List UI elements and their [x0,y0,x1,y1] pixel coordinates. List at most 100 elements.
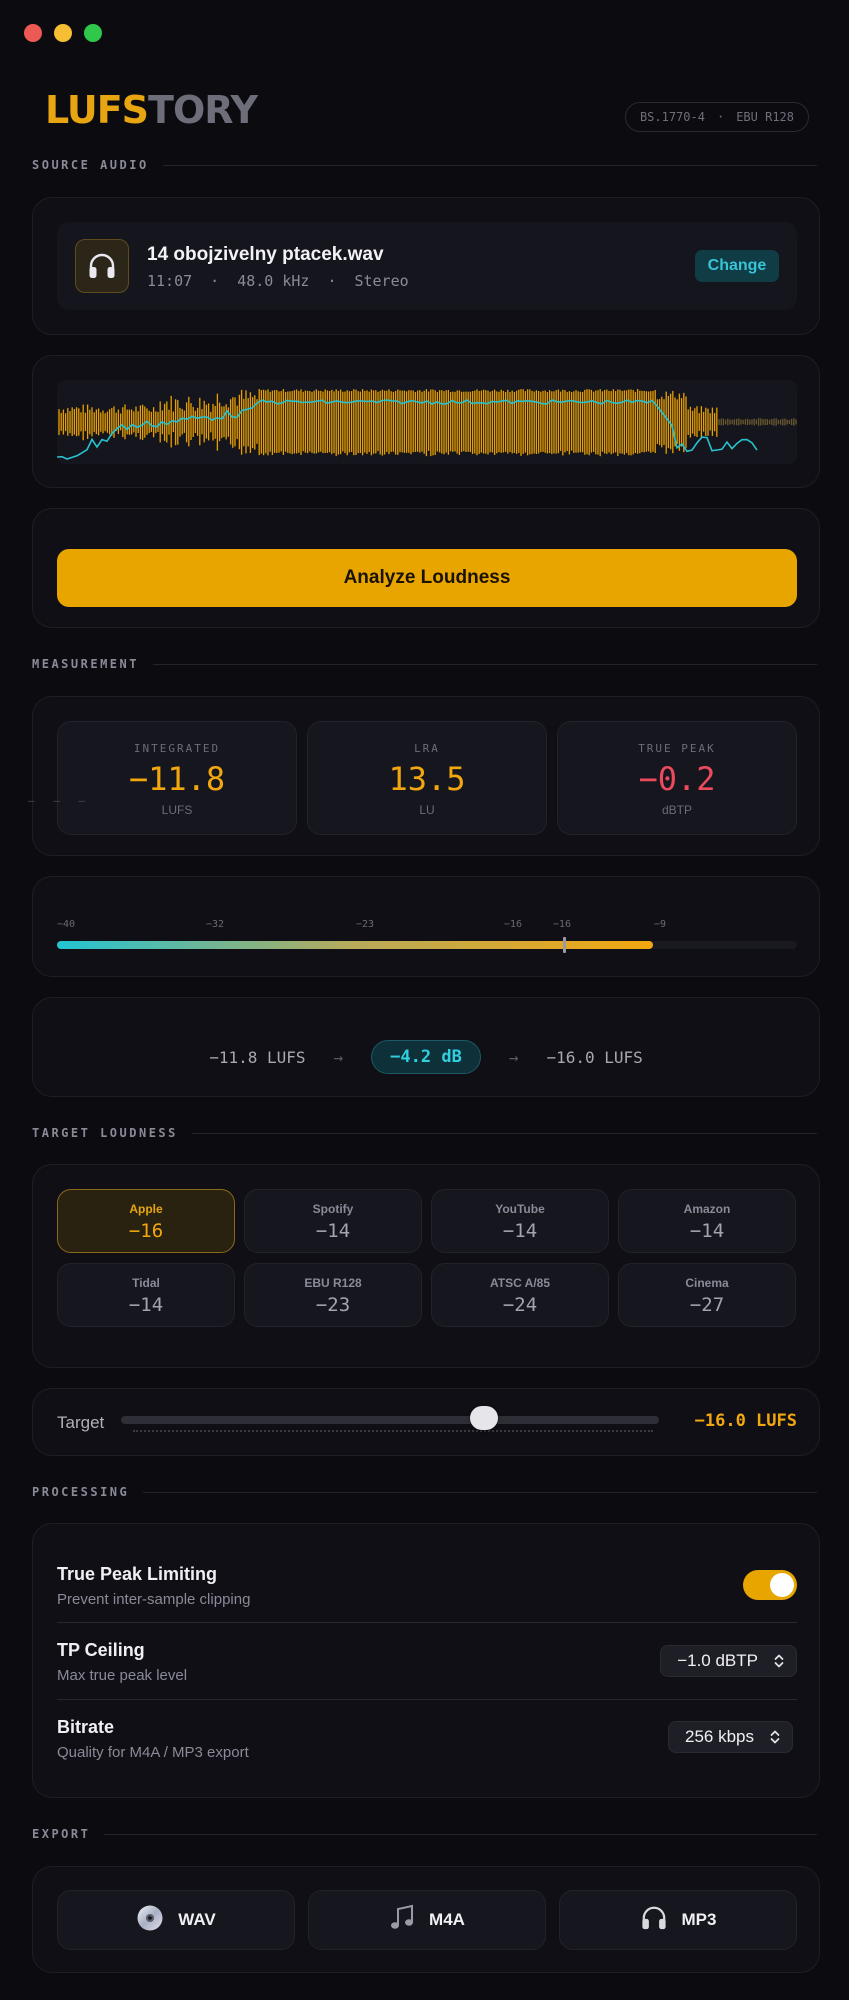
preset-name: Tidal [132,1276,160,1290]
preset-youtube[interactable]: YouTube −14 [431,1189,609,1253]
export-m4a-button[interactable]: M4A [308,1890,546,1950]
close-window-button[interactable] [24,24,42,42]
section-source-audio: SOURCE AUDIO [32,157,817,173]
logo-part-lufs: LUFS [45,88,149,132]
section-title: SOURCE AUDIO [32,158,149,172]
section-divider [152,663,817,665]
preset-value: −14 [128,1294,164,1316]
change-file-button[interactable]: Change [695,250,779,282]
meter-tick: −9 [654,919,667,930]
file-name: 14 obojzivelny ptacek.wav [147,244,384,265]
measured-loudness: −11.8 LUFS [209,1047,306,1067]
preset-cinema[interactable]: Cinema −27 [618,1263,796,1327]
meter-tick: −32 [206,919,225,930]
export-wav-button[interactable]: WAV [57,1890,295,1950]
section-divider [104,1833,817,1835]
bitrate-select[interactable]: 256 kbps [668,1721,793,1753]
presets-card: Apple −16 Spotify −14 YouTube −14 Amazon… [32,1164,820,1368]
file-duration: 11:07 [147,272,193,290]
export-label: MP3 [681,1910,717,1929]
metric-unit: LUFS [161,803,193,817]
meter-tick: −16 [553,919,572,930]
export-mp3-button[interactable]: MP3 [559,1890,797,1950]
standard-separator: · [716,110,725,124]
section-measurement: MEASUREMENT [32,656,817,672]
select-value: −1.0 dBTP [677,1651,758,1670]
preset-amazon[interactable]: Amazon −14 [618,1189,796,1253]
setting-true-peak-limiting: True Peak Limiting Prevent inter-sample … [57,1564,797,1608]
waveform-graph [57,389,797,460]
chevron-up-down-icon [770,1729,780,1745]
preset-name: EBU R128 [304,1276,362,1290]
preset-name: YouTube [495,1202,545,1216]
target-label: Target [57,1413,105,1432]
preset-value: −14 [315,1220,351,1242]
preset-name: ATSC A/85 [489,1276,550,1290]
preset-name: Apple [129,1202,163,1216]
disc-icon [136,1904,164,1937]
metric-unit: LU [419,803,435,817]
metric-true-peak: TRUE PEAK −0.2 dBTP [557,721,797,835]
metric-unit: dBTP [661,803,692,817]
preset-value: −14 [689,1220,725,1242]
section-title: EXPORT [32,1827,91,1841]
headphones-icon [75,239,129,293]
analyze-loudness-button[interactable]: Analyze Loudness [57,549,797,607]
metric-lra: LRA 13.5 LU [307,721,547,835]
setting-title: True Peak Limiting [57,1564,218,1584]
minimize-window-button[interactable] [54,24,72,42]
true-peak-limiting-toggle[interactable] [743,1570,797,1600]
chevron-up-down-icon [774,1653,784,1669]
row-divider [57,1622,797,1623]
meta-separator: · [210,272,220,290]
gain-summary: −11.8 LUFS → −4.2 dB → −16.0 LUFS [33,1040,819,1074]
section-title: PROCESSING [32,1485,130,1499]
file-meta: 11:07 · 48.0 kHz · Stereo [147,272,409,290]
preset-value: −27 [689,1294,725,1316]
preset-name: Amazon [683,1202,731,1216]
headphones-icon [640,1905,668,1936]
setting-subtitle: Prevent inter-sample clipping [57,1591,251,1608]
preset-value: −14 [502,1220,538,1242]
waveform[interactable] [57,380,797,464]
metric-integrated: INTEGRATED −11.8 LUFS [57,721,297,835]
preset-value: −23 [315,1294,351,1316]
preset-spotify[interactable]: Spotify −14 [244,1189,422,1253]
analyze-card: Analyze Loudness [32,508,820,628]
export-card: WAV M4A MP3 [32,1866,820,1973]
arrow-right-icon: → [333,1047,344,1067]
preset-apple[interactable]: Apple −16 [57,1189,235,1253]
meter-tick: −16 [504,919,523,930]
preset-value: −24 [502,1294,538,1316]
standard-bs1770: BS.1770-4 [639,110,705,124]
file-sample-rate: 48.0 kHz [237,272,310,290]
metric-label: TRUE PEAK [638,742,716,755]
file-channels: Stereo [354,272,409,290]
preset-name: Spotify [312,1202,354,1216]
gain-delta-badge: −4.2 dB [371,1040,481,1074]
loudness-meter-track [57,941,797,949]
preset-ebu-r128[interactable]: EBU R128 −23 [244,1263,422,1327]
target-value: −16.0 LUFS [694,1411,797,1431]
metric-label: INTEGRATED [133,742,221,755]
zoom-window-button[interactable] [84,24,102,42]
preset-atsc-a85[interactable]: ATSC A/85 −24 [431,1263,609,1327]
target-slider-card: Target −16.0 LUFS [32,1388,820,1456]
preset-tidal[interactable]: Tidal −14 [57,1263,235,1327]
preset-value: −16 [128,1220,164,1242]
metric-value: 13.5 [388,760,466,798]
export-label: WAV [178,1910,216,1929]
standard-ebu-r128: EBU R128 [736,110,794,124]
target-slider-track[interactable] [121,1416,659,1424]
target-loudness-readout: −16.0 LUFS [546,1047,643,1067]
target-marker [562,937,566,953]
tp-ceiling-select[interactable]: −1.0 dBTP [660,1645,797,1677]
target-slider-thumb[interactable] [470,1406,499,1430]
meter-tick: −40 [57,919,76,930]
section-export: EXPORT [32,1826,817,1842]
section-target-loudness: TARGET LOUDNESS [32,1125,817,1141]
processing-card: True Peak Limiting Prevent inter-sample … [32,1523,820,1798]
music-note-icon [389,1904,415,1937]
section-title: TARGET LOUDNESS [32,1126,178,1140]
section-divider [162,164,817,166]
